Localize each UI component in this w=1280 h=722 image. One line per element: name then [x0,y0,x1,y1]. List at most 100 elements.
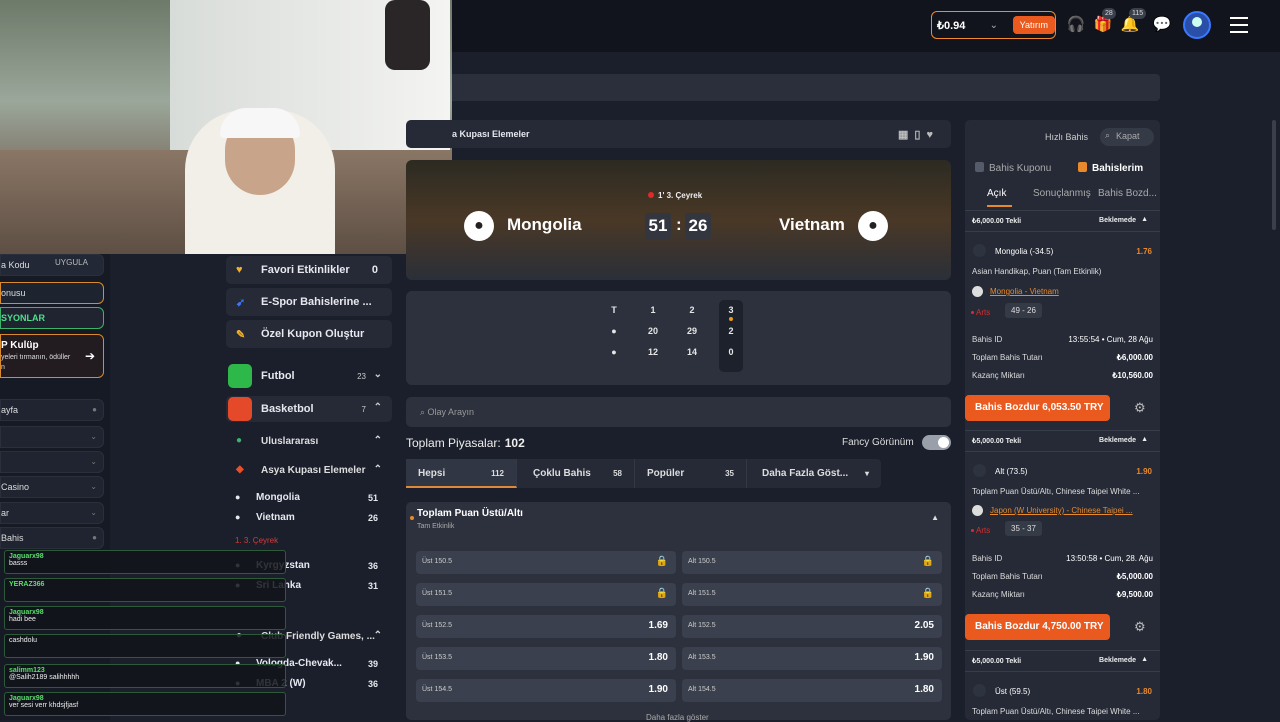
odd-label: Üst 152.5 [422,622,452,629]
odd-button[interactable]: Üst 152.5 1.69 [416,615,676,638]
view-icons[interactable]: ▦▯♥ [898,128,939,141]
odd-button[interactable]: Alt 154.5 1.80 [682,679,942,702]
sport-basketball[interactable]: Basketbol 7 ⌃ [226,396,392,422]
chevron-down-icon: ⌄ [90,432,97,441]
odd-button[interactable]: Alt 153.5 1.90 [682,647,942,670]
sidebar-item-label: ar [1,508,10,518]
bell-icon[interactable]: 🔔 115 [1119,8,1147,36]
bet-event-link[interactable]: Mongolia - Vietnam [990,287,1150,296]
tab-all[interactable]: Hepsi 112 [406,459,517,488]
chat-message: Jaguarx98 hadi bee [4,606,286,630]
football-icon [228,364,252,388]
bet-market: Toplam Puan Üstü/Altı, Chinese Taipei Wh… [972,707,1140,716]
chevron-down-icon[interactable]: ⌄ [990,20,1003,31]
esports-button[interactable]: ➹ E-Spor Bahislerine ... [226,288,392,316]
sidebar-item-casino[interactable]: Casino ⌄ [0,476,104,498]
tab-settled[interactable]: Sonuçlanmış [1033,188,1091,207]
chevron-down-icon: ⌄ [90,482,97,491]
team-name: Vietnam [256,512,295,523]
top-search-bar[interactable] [440,74,1160,101]
chevron-up-icon[interactable]: ▲ [931,513,939,522]
menu-icon[interactable] [1230,17,1248,38]
sport-football[interactable]: Futbol 23 ⌄ [226,363,392,389]
close-quick-bet-button[interactable]: ⌕ Kapat [1100,128,1154,146]
scrollbar[interactable] [1272,120,1276,230]
team-score: 36 [367,679,378,689]
tab-my-bets[interactable]: Bahislerim [1078,162,1143,174]
tab-multi-bet[interactable]: Çoklu Bahis 58 [517,459,635,488]
market-dot-icon [410,516,414,520]
gear-icon[interactable]: ⚙ [1134,619,1146,635]
sidebar-item[interactable]: ⌄ [0,426,104,448]
win-value: ₺9,500.00 [1116,590,1153,599]
arrow-right-icon: ➔ [84,349,95,363]
tab-cashout[interactable]: Bahis Bozd... [1098,188,1157,207]
chat-message: YERAZ366 [4,578,286,602]
stake-row: Toplam Bahis Tutarı ₺6,000.00 [972,353,1153,362]
odd-label: Üst 151.5 [422,590,452,597]
bet-event-link[interactable]: Japon (W University) - Chinese Taipei ..… [990,506,1150,515]
bet-header[interactable]: ₺5,000.00 Tekli Beklemede ▲ [965,430,1160,452]
tab-label: Daha Fazla Göst... [762,468,849,479]
odd-button[interactable]: Üst 150.5 🔒 [416,551,676,574]
cashout-button[interactable]: Bahis Bozdur 6,053.50 TRY [965,395,1110,421]
odd-button[interactable]: Alt 151.5 🔒 [682,583,942,606]
category-label: Uluslararası [261,436,319,447]
sport-label: Basketbol [261,403,314,415]
category-international[interactable]: ● Uluslararası ⌃ [226,431,392,453]
sidebar-item-label: ayfa [1,405,19,415]
tab-popular[interactable]: Popüler 35 [635,459,747,488]
tab-more[interactable]: Daha Fazla Göst... ▾ [750,459,881,488]
sidebar-item-bets[interactable]: Bahis ● [0,527,104,549]
fancy-view-toggle[interactable] [922,435,951,450]
promo-code-row[interactable]: a Kodu UYGULA [0,254,104,276]
quarter-header: T [611,305,617,315]
favorites-button[interactable]: ♥ Favori Etkinlikler 0 [226,256,392,284]
live-label: Arts [970,526,991,535]
breadcrumb: a Kupası Elemeler [452,129,530,139]
tab-open[interactable]: Açık [987,188,1012,207]
odd-button[interactable]: Üst 153.5 1.80 [416,647,676,670]
chevron-up-icon: ⌃ [373,630,382,641]
promo-code-label: a Kodu [1,260,30,270]
odd-value: 1.69 [648,620,668,631]
bet-header[interactable]: ₺6,000.00 Tekli Beklemede ▲ [965,210,1160,232]
tab-bet-coupon[interactable]: Bahis Kuponu [975,162,1051,174]
team-row[interactable]: ● Mongolia 51 [226,488,392,508]
odd-label: Üst 153.5 [422,654,452,661]
odd-button[interactable]: Alt 150.5 🔒 [682,551,942,574]
gift-icon[interactable]: 🎁 28 [1092,8,1116,36]
custom-coupon-button[interactable]: ✎ Özel Kupon Oluştur [226,320,392,348]
basketball-icon: ● [858,211,888,241]
home-quarter-score: 2 [728,326,734,336]
odd-label: Alt 150.5 [688,558,716,565]
sidebar-item[interactable]: ayfa ● [0,399,104,421]
deposit-button[interactable]: Yatırım [1012,16,1055,34]
bonus-button[interactable]: onusu [0,282,104,304]
promotions-button[interactable]: SYONLAR [0,307,104,329]
apply-button[interactable]: UYGULA [55,258,88,267]
avatar[interactable] [1183,11,1211,39]
cashout-button[interactable]: Bahis Bozdur 4,750.00 TRY [965,614,1110,640]
basketball-icon: ● [464,211,494,241]
gear-icon[interactable]: ⚙ [1134,400,1146,416]
balance-widget[interactable]: ₺0.94 ⌄ Yatırım [931,11,1056,39]
bet-header[interactable]: ₺5,000.00 Tekli Beklemede ▲ [965,650,1160,672]
vip-club-card[interactable]: P Kulüp yeleri tırmanın, ödüller n ➔ [0,334,104,378]
sidebar-item[interactable]: ⌄ [0,451,104,473]
team-row[interactable]: ● Vietnam 26 [226,508,392,528]
chat-icon[interactable]: 💬 [1151,14,1173,36]
headset-icon[interactable]: 🎧 [1065,14,1087,36]
sidebar-item[interactable]: ar ⌄ [0,502,104,524]
show-more-link[interactable]: Daha fazla göster [646,713,709,722]
odd-button[interactable]: Üst 154.5 1.90 [416,679,676,702]
esports-label: E-Spor Bahislerine ... [261,296,372,308]
bet-stake-label: ₺6,000.00 Tekli [972,218,1022,225]
odd-button[interactable]: Alt 152.5 2.05 [682,615,942,638]
live-quarter: 1' 3. Çeyrek [648,191,702,200]
esports-icon: ➹ [236,297,246,309]
league-asia-cup[interactable]: ◆ Asya Kupası Elemeler ⌃ [226,460,392,482]
odd-button[interactable]: Üst 151.5 🔒 [416,583,676,606]
lock-icon: 🔒 [921,556,934,567]
event-search-input[interactable]: ⌕ Olay Arayın [406,397,951,427]
